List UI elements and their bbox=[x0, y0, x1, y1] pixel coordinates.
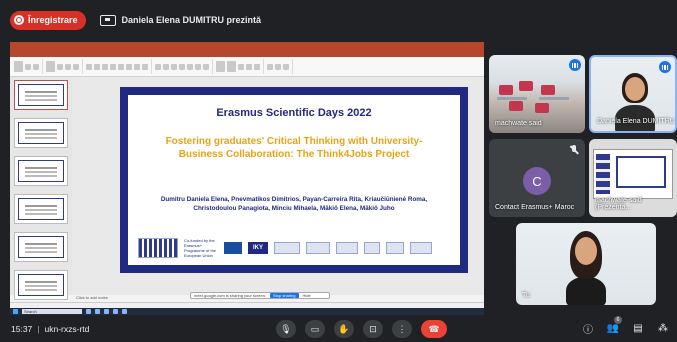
presenter-text: Daniela Elena DUMITRU prezintă bbox=[121, 15, 262, 25]
meeting-details-button[interactable]: ⓘ bbox=[582, 321, 594, 336]
slide-thumbnail[interactable] bbox=[14, 118, 68, 148]
participant-tile[interactable]: Daniela Elena DUMITRU bbox=[589, 55, 677, 133]
hide-button[interactable]: Hide bbox=[303, 293, 311, 298]
chat-icon: ▤ bbox=[633, 322, 643, 334]
ribbon-group bbox=[155, 59, 213, 74]
chat-button[interactable]: ▤ bbox=[632, 321, 644, 335]
sharing-banner-text: meet.google.com is sharing your screen. bbox=[194, 293, 267, 298]
raise-hand-button[interactable]: ✋ bbox=[334, 320, 354, 338]
bottom-bar: 15:37 | ukn-rxzs-rtd 🎙 ▭ ✋ ⊡ ⋮ ☎ ⓘ 👥 6 ▤… bbox=[0, 316, 677, 342]
taskbar-app-icon[interactable] bbox=[86, 309, 91, 314]
speaking-indicator-icon bbox=[659, 61, 671, 73]
slide-canvas: Erasmus Scientific Days 2022 Fostering g… bbox=[72, 77, 484, 295]
call-controls: 🎙 ▭ ✋ ⊡ ⋮ ☎ bbox=[276, 320, 447, 338]
participant-name: Contact Erasmus+ Maroc bbox=[495, 204, 575, 211]
activities-button[interactable]: ⁂ bbox=[657, 321, 669, 335]
partner-logos: Co-funded by the Erasmus+ Programme of t… bbox=[138, 237, 450, 259]
camera-button[interactable]: ▭ bbox=[305, 320, 325, 338]
windows-taskbar: Search bbox=[10, 308, 484, 315]
slide-authors: Dumitru Daniela Elena, Pnevmatikos Dimit… bbox=[160, 196, 428, 212]
top-bar: Înregistrare Daniela Elena DUMITRU prezi… bbox=[0, 0, 677, 40]
people-icon: 👥 bbox=[606, 322, 620, 334]
hand-icon: ✋ bbox=[338, 323, 350, 334]
taskbar-app-icon[interactable] bbox=[104, 309, 109, 314]
speaking-indicator-icon bbox=[569, 59, 581, 71]
more-vert-icon: ⋮ bbox=[397, 323, 407, 334]
ribbon-tabs bbox=[10, 50, 484, 57]
slide-thumbnails bbox=[10, 77, 72, 300]
presenter-banner: Daniela Elena DUMITRU prezintă bbox=[99, 14, 262, 26]
participant-tile[interactable]: machwate said bbox=[489, 55, 585, 133]
participant-name: machwate said bbox=[495, 120, 542, 127]
university-logo bbox=[336, 242, 358, 254]
ribbon-group bbox=[46, 59, 83, 74]
side-panel-buttons: ⓘ 👥 6 ▤ ⁂ bbox=[582, 316, 669, 336]
ribbon-group bbox=[14, 59, 43, 74]
slide-thumbnail[interactable] bbox=[14, 270, 68, 300]
participant-count-badge: 6 bbox=[614, 316, 622, 324]
ribbon bbox=[10, 57, 484, 77]
think4jobs-logo bbox=[138, 238, 178, 258]
cofunded-text: Co-funded by the Erasmus+ Programme of t… bbox=[184, 238, 217, 258]
participant-name: machwate said (Prezenta... bbox=[595, 197, 642, 211]
info-icon: ⓘ bbox=[583, 324, 593, 336]
slide-thumbnail[interactable] bbox=[14, 156, 68, 186]
stop-sharing-button[interactable]: Stop sharing bbox=[270, 293, 299, 298]
university-logo bbox=[306, 242, 330, 254]
recording-indicator[interactable]: Înregistrare bbox=[10, 10, 86, 30]
university-logo bbox=[386, 242, 404, 254]
company-logo bbox=[410, 242, 432, 254]
microphone-button[interactable]: 🎙 bbox=[276, 320, 296, 338]
university-logo bbox=[274, 242, 300, 254]
separator: | bbox=[37, 324, 40, 334]
phone-hangup-icon: ☎ bbox=[428, 323, 440, 334]
meeting-code: ukn-rxzs-rtd bbox=[44, 324, 90, 334]
end-call-button[interactable]: ☎ bbox=[421, 320, 447, 338]
avatar: C bbox=[523, 167, 551, 195]
more-options-button[interactable]: ⋮ bbox=[392, 320, 412, 338]
participant-name: Tu bbox=[522, 292, 530, 299]
mic-off-icon bbox=[569, 145, 579, 155]
slide-thumbnail[interactable] bbox=[14, 232, 68, 262]
current-time: 15:37 bbox=[11, 324, 33, 334]
slide-title: Erasmus Scientific Days 2022 bbox=[216, 107, 372, 119]
participant-tile[interactable]: C Contact Erasmus+ Maroc bbox=[489, 139, 585, 217]
microphone-icon: 🎙 bbox=[280, 323, 292, 334]
current-slide: Erasmus Scientific Days 2022 Fostering g… bbox=[120, 87, 468, 273]
slide-thumbnail[interactable] bbox=[14, 80, 68, 110]
present-screen-icon bbox=[99, 14, 116, 26]
activities-icon: ⁂ bbox=[658, 322, 668, 334]
people-button[interactable]: 👥 6 bbox=[606, 316, 622, 335]
ribbon-group bbox=[86, 59, 152, 74]
windows-start-icon[interactable] bbox=[13, 309, 18, 314]
iky-logo: IKY bbox=[248, 242, 268, 254]
present-icon: ⊡ bbox=[369, 323, 377, 334]
participant-tile-self[interactable]: Tu bbox=[516, 223, 656, 305]
university-logo bbox=[364, 242, 380, 254]
taskbar-app-icon[interactable] bbox=[122, 309, 127, 314]
powerpoint-titlebar bbox=[10, 42, 484, 50]
camera-icon: ▭ bbox=[310, 323, 320, 334]
eu-flag-icon bbox=[224, 242, 242, 254]
shared-screen[interactable]: Erasmus Scientific Days 2022 Fostering g… bbox=[10, 42, 484, 315]
taskbar-app-icon[interactable] bbox=[95, 309, 100, 314]
slide-subtitle: Fostering graduates' Critical Thinking w… bbox=[165, 136, 423, 160]
participant-name: Daniela Elena DUMITRU bbox=[597, 118, 675, 125]
sharing-banner: meet.google.com is sharing your screen. … bbox=[190, 292, 330, 299]
taskbar-app-icon[interactable] bbox=[113, 309, 118, 314]
recording-label: Înregistrare bbox=[28, 15, 78, 25]
participant-tile[interactable]: machwate said (Prezenta... bbox=[589, 139, 677, 217]
slide-thumbnail[interactable] bbox=[14, 194, 68, 224]
ribbon-group bbox=[216, 59, 264, 74]
present-button[interactable]: ⊡ bbox=[363, 320, 383, 338]
taskbar-search[interactable]: Search bbox=[22, 309, 82, 314]
presentation-preview bbox=[593, 149, 673, 199]
ribbon-group bbox=[267, 59, 293, 74]
record-icon bbox=[14, 15, 24, 25]
